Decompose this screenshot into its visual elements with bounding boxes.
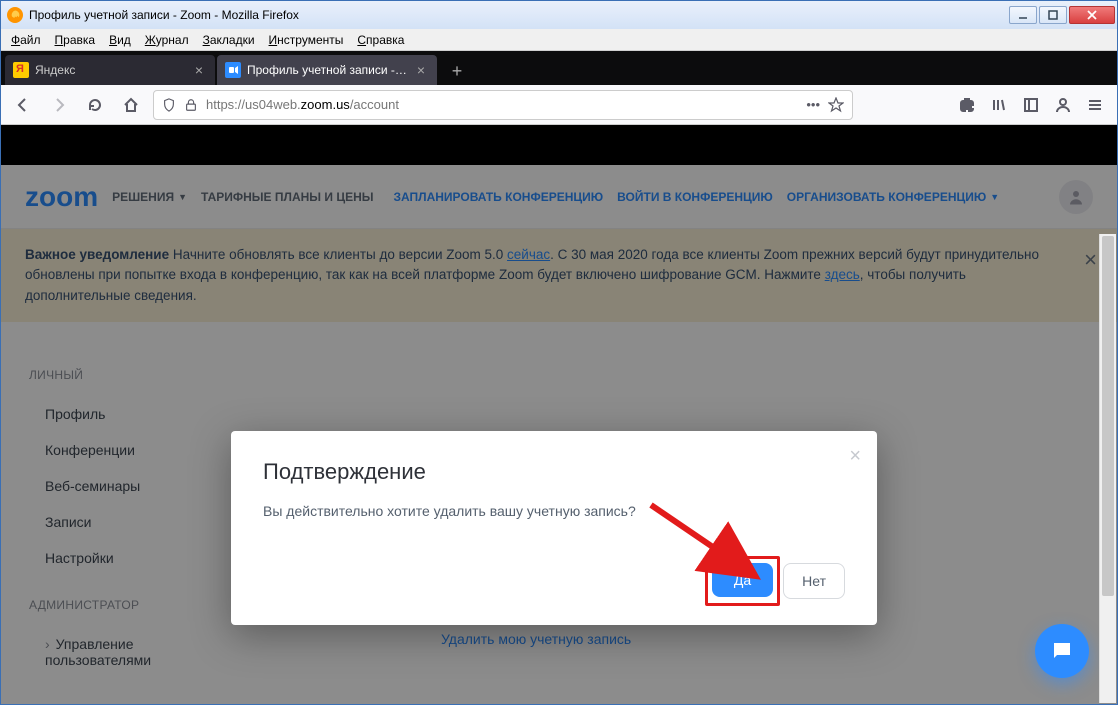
menu-file[interactable]: Файл [5, 31, 47, 49]
modal-title: Подтверждение [263, 459, 845, 485]
chat-fab[interactable] [1035, 624, 1089, 678]
url-text: https://us04web.zoom.us/account [206, 97, 798, 112]
tab-zoom-label: Профиль учетной записи - Zo [247, 63, 407, 77]
modal-text: Вы действительно хотите удалить вашу уче… [263, 503, 845, 519]
forward-button[interactable] [45, 91, 73, 119]
window-title: Профиль учетной записи - Zoom - Mozilla … [29, 8, 1009, 22]
account-icon[interactable] [1049, 91, 1077, 119]
window-buttons [1009, 6, 1115, 24]
tab-close-icon[interactable]: × [191, 62, 207, 78]
firefox-icon [7, 7, 23, 23]
toolbar-right [953, 91, 1109, 119]
maximize-button[interactable] [1039, 6, 1067, 24]
menu-tools[interactable]: Инструменты [263, 31, 350, 49]
confirm-modal: × Подтверждение Вы действительно хотите … [231, 431, 877, 625]
menu-bookmarks[interactable]: Закладки [197, 31, 261, 49]
home-button[interactable] [117, 91, 145, 119]
lock-icon [184, 98, 198, 112]
menu-file-label: айл [20, 33, 40, 47]
library-icon[interactable] [985, 91, 1013, 119]
navbar: https://us04web.zoom.us/account ••• [1, 85, 1117, 125]
vertical-scrollbar[interactable] [1099, 234, 1116, 703]
window-titlebar: Профиль учетной записи - Zoom - Mozilla … [1, 1, 1117, 29]
extensions-icon[interactable] [953, 91, 981, 119]
browser-window: Профиль учетной записи - Zoom - Mozilla … [0, 0, 1118, 705]
shield-icon [162, 98, 176, 112]
page-content: zoom РЕШЕНИЯ▼ ТАРИФНЫЕ ПЛАНЫ И ЦЕНЫ ЗАПЛ… [1, 125, 1117, 704]
minimize-button[interactable] [1009, 6, 1037, 24]
modal-close-icon[interactable]: × [849, 445, 861, 468]
close-window-button[interactable] [1069, 6, 1115, 24]
scrollbar-thumb[interactable] [1102, 236, 1114, 596]
tabstrip: Яндекс × Профиль учетной записи - Zo × + [1, 51, 1117, 85]
new-tab-button[interactable]: + [443, 57, 471, 85]
menu-view[interactable]: Вид [103, 31, 137, 49]
tab-zoom[interactable]: Профиль учетной записи - Zo × [217, 55, 437, 85]
menu-icon[interactable] [1081, 91, 1109, 119]
menu-history[interactable]: Журнал [139, 31, 195, 49]
zoom-icon [225, 62, 241, 78]
yandex-icon [13, 62, 29, 78]
sidebar-icon[interactable] [1017, 91, 1045, 119]
page-actions-icon[interactable]: ••• [806, 97, 820, 112]
modal-buttons: Да Нет [263, 563, 845, 599]
confirm-yes-button[interactable]: Да [712, 563, 773, 597]
back-button[interactable] [9, 91, 37, 119]
tab-yandex-label: Яндекс [35, 63, 185, 77]
menu-edit[interactable]: Правка [49, 31, 102, 49]
bookmark-star-icon[interactable] [828, 97, 844, 113]
tab-close-icon[interactable]: × [413, 62, 429, 78]
address-bar[interactable]: https://us04web.zoom.us/account ••• [153, 90, 853, 120]
menu-help[interactable]: Справка [351, 31, 410, 49]
tab-yandex[interactable]: Яндекс × [5, 55, 215, 85]
menubar: Файл Правка Вид Журнал Закладки Инструме… [1, 29, 1117, 51]
reload-button[interactable] [81, 91, 109, 119]
confirm-no-button[interactable]: Нет [783, 563, 845, 599]
